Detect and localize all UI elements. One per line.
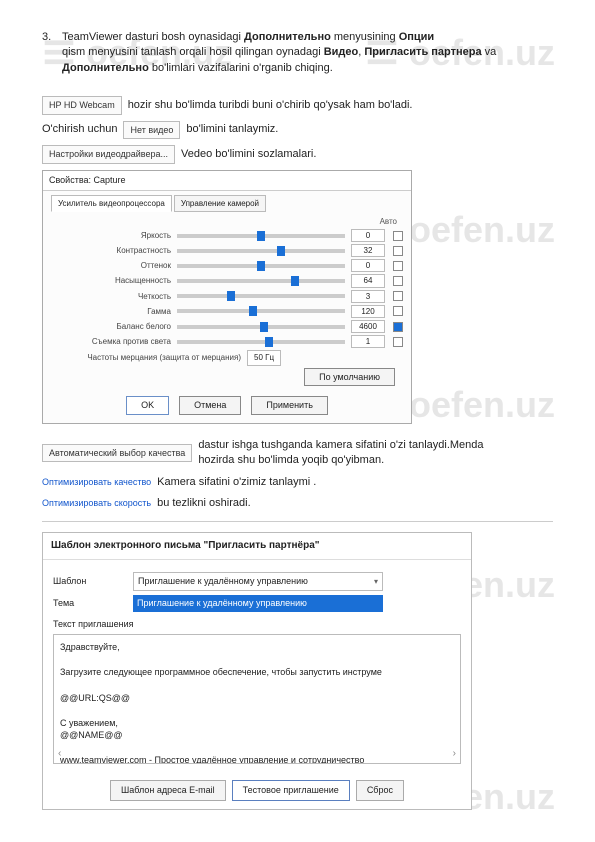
slider-label: Контрастность: [51, 245, 171, 256]
slider-track[interactable]: [177, 340, 345, 344]
apply-button[interactable]: Применить: [251, 396, 328, 415]
invitation-body-textarea[interactable]: Здравствуйте, Загрузите следующее програ…: [53, 634, 461, 764]
slider-track[interactable]: [177, 249, 345, 253]
slider-value: 3: [351, 290, 385, 303]
tab-video-amp[interactable]: Усилитель видеопроцессора: [51, 195, 172, 212]
list-text: TeamViewer dasturi bosh oynasidagi Допол…: [62, 30, 553, 76]
slider-track[interactable]: [177, 294, 345, 298]
slider-value: 0: [351, 259, 385, 272]
text: hozir shu bo'limda turibdi buni o'chirib…: [128, 98, 413, 113]
reset-button[interactable]: Сброс: [356, 780, 404, 801]
slider-track[interactable]: [177, 279, 345, 283]
email-template-dialog: Шаблон электронного письма "Пригласить п…: [42, 532, 472, 809]
auto-checkbox[interactable]: [393, 276, 403, 286]
body-label: Текст приглашения: [53, 618, 461, 631]
slider-row: Контрастность 32: [51, 244, 403, 257]
slider-label: Съемка против света: [51, 336, 171, 347]
subject-label: Тема: [53, 597, 123, 610]
slider-value: 4600: [351, 320, 385, 333]
slider-value: 32: [351, 244, 385, 257]
optimize-speed-link[interactable]: Оптимизировать скорость: [42, 497, 151, 510]
template-dropdown[interactable]: Приглашение к удалённому управлению ▾: [133, 572, 383, 591]
auto-checkbox[interactable]: [393, 306, 403, 316]
slider-label: Четкость: [51, 291, 171, 302]
slider-row: Насыщенность 64: [51, 274, 403, 287]
auto-checkbox[interactable]: [393, 261, 403, 271]
auto-checkbox[interactable]: [393, 322, 403, 332]
auto-checkbox[interactable]: [393, 231, 403, 241]
slider-row: Съемка против света 1: [51, 335, 403, 348]
text: dastur ishga tushganda kamera sifatini o…: [198, 438, 518, 469]
text: Vedeo bo'limini sozlamalari.: [181, 147, 316, 162]
auto-checkbox[interactable]: [393, 291, 403, 301]
test-invitation-button[interactable]: Тестовое приглашение: [232, 780, 350, 801]
slider-label: Насыщенность: [51, 275, 171, 286]
slider-row: Яркость 0: [51, 229, 403, 242]
slider-value: 64: [351, 274, 385, 287]
text: O'chirish uchun: [42, 122, 117, 137]
slider-value: 1: [351, 335, 385, 348]
slider-row: Оттенок 0: [51, 259, 403, 272]
video-driver-settings-button[interactable]: Настройки видеодрайвера...: [42, 145, 175, 164]
ok-button[interactable]: OK: [126, 396, 169, 415]
slider-row: Четкость 3: [51, 290, 403, 303]
tab-camera-control[interactable]: Управление камерой: [174, 195, 266, 212]
flicker-freq-label: Частоты мерцания (защита от мерцания): [51, 352, 241, 363]
slider-track[interactable]: [177, 325, 345, 329]
capture-properties-dialog: Свойства: Capture Усилитель видеопроцесс…: [42, 170, 412, 424]
slider-row: Баланс белого 4600: [51, 320, 403, 333]
scroll-right-icon[interactable]: ›: [453, 747, 456, 761]
slider-label: Яркость: [51, 230, 171, 241]
text: Kamera sifatini o'zimiz tanlaymi .: [157, 475, 316, 490]
auto-checkbox[interactable]: [393, 246, 403, 256]
list-item-3: 3. TeamViewer dasturi bosh oynasidagi До…: [42, 30, 553, 76]
slider-row: Гамма 120: [51, 305, 403, 318]
scroll-left-icon[interactable]: ‹: [58, 747, 61, 761]
cancel-button[interactable]: Отмена: [179, 396, 241, 415]
slider-value: 120: [351, 305, 385, 318]
flicker-freq-dropdown[interactable]: 50 Гц: [247, 350, 281, 365]
slider-track[interactable]: [177, 264, 345, 268]
slider-track[interactable]: [177, 309, 345, 313]
subject-input[interactable]: Приглашение к удалённому управлению: [133, 595, 383, 612]
auto-checkbox[interactable]: [393, 337, 403, 347]
email-template-button[interactable]: Шаблон адреса E-mail: [110, 780, 226, 801]
slider-label: Гамма: [51, 306, 171, 317]
slider-label: Баланс белого: [51, 321, 171, 332]
chevron-down-icon: ▾: [374, 576, 378, 587]
divider: [42, 521, 553, 522]
auto-column-header: Авто: [51, 216, 403, 227]
slider-label: Оттенок: [51, 260, 171, 271]
text: bu tezlikni oshiradi.: [157, 496, 251, 511]
no-video-option[interactable]: Нет видео: [123, 121, 180, 140]
template-label: Шаблон: [53, 575, 123, 588]
default-button[interactable]: По умолчанию: [304, 368, 395, 387]
slider-track[interactable]: [177, 234, 345, 238]
list-number: 3.: [42, 30, 56, 76]
text: bo'limini tanlaymiz.: [186, 122, 278, 137]
webcam-dropdown[interactable]: HP HD Webcam: [42, 96, 122, 115]
dialog-title: Свойства: Capture: [43, 171, 411, 191]
email-dialog-title: Шаблон электронного письма "Пригласить п…: [43, 533, 471, 560]
optimize-quality-link[interactable]: Оптимизировать качество: [42, 476, 151, 489]
auto-quality-option[interactable]: Автоматический выбор качества: [42, 444, 192, 463]
slider-value: 0: [351, 229, 385, 242]
